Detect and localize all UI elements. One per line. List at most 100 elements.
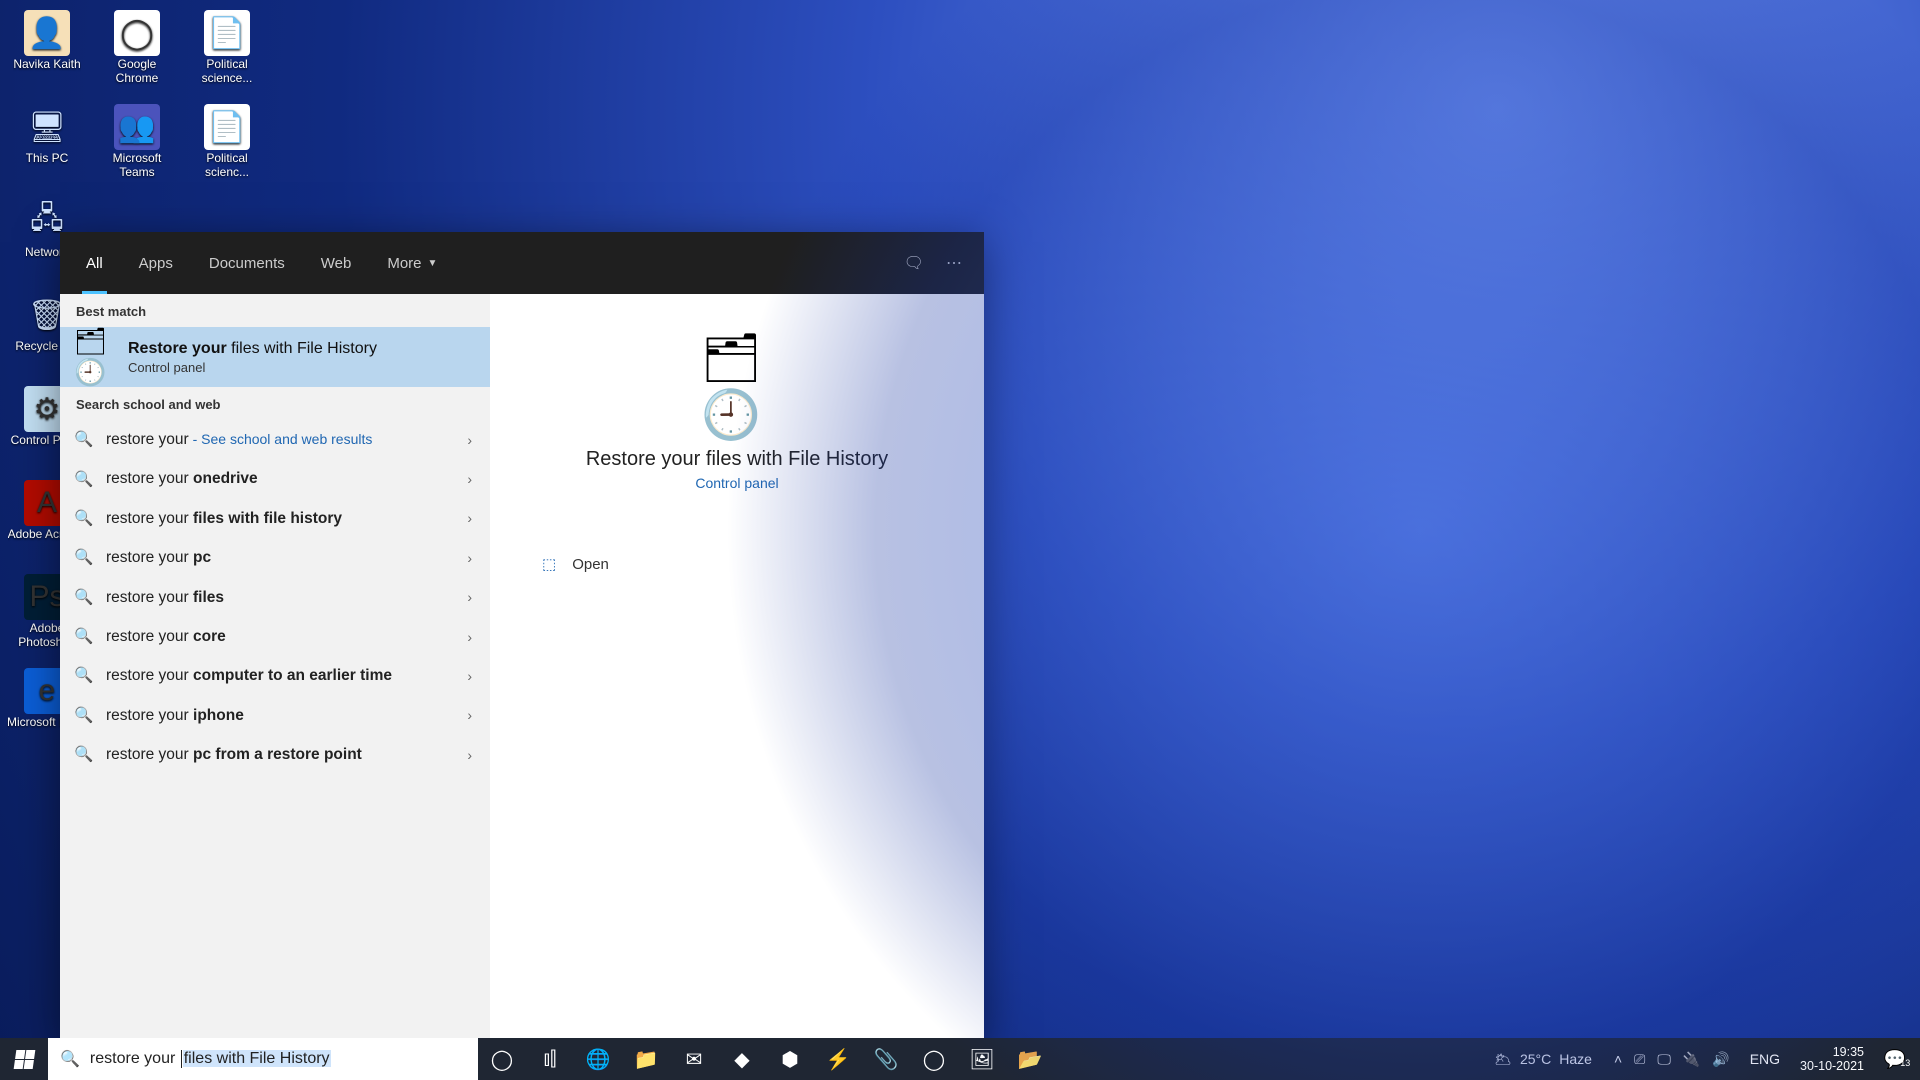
- desktop-icon-label: Google Chrome: [96, 58, 178, 86]
- chevron-right-icon[interactable]: ›: [467, 550, 472, 566]
- language-indicator[interactable]: ENG: [1740, 1051, 1790, 1067]
- tray-icon[interactable]: ⎚: [1634, 1051, 1645, 1068]
- taskbar-app[interactable]: ◯: [910, 1038, 958, 1080]
- search-icon: 🔍: [60, 1049, 80, 1069]
- search-suggestion[interactable]: 🔍 restore your onedrive ›: [60, 459, 490, 498]
- open-label: Open: [572, 556, 609, 573]
- taskbar-app[interactable]: 🌐: [574, 1038, 622, 1080]
- search-suggestion[interactable]: 🔍 restore your pc ›: [60, 538, 490, 577]
- action-center[interactable]: 💬 13: [1874, 1038, 1920, 1080]
- taskbar-right: 🌥 25°C Haze ˄ ⎚ 🖵 🔌 🔊 ENG 19:35 30-10-2021 💬…: [1482, 1038, 1920, 1080]
- feedback-icon[interactable]: 🗨: [904, 253, 924, 273]
- desktop-icon[interactable]: 👤 Navika Kaith: [2, 6, 92, 100]
- search-icon: 🔍: [74, 706, 92, 725]
- search-suggestion[interactable]: 🔍 restore your iphone ›: [60, 696, 490, 735]
- desktop-icon-label: Political scienc...: [186, 152, 268, 180]
- app-icon: ◯: [114, 10, 160, 56]
- search-detail-pane: 🗂🕘 Restore your files with File History …: [490, 294, 984, 1038]
- search-tab-more[interactable]: More▼: [369, 232, 455, 294]
- taskbar-app[interactable]: ⬢: [766, 1038, 814, 1080]
- taskbar-app[interactable]: ◆: [718, 1038, 766, 1080]
- taskbar-app[interactable]: 🖼: [958, 1038, 1006, 1080]
- open-action[interactable]: ⬚ Open: [538, 547, 613, 581]
- search-suggestion[interactable]: 🔍 restore your pc from a restore point ›: [60, 735, 490, 774]
- taskbar-search[interactable]: 🔍 restore your files with File History: [48, 1038, 478, 1080]
- app-icon: 📄: [204, 104, 250, 150]
- search-tab-apps[interactable]: Apps: [121, 232, 191, 294]
- search-suggestion[interactable]: 🔍 restore your - See school and web resu…: [60, 420, 490, 459]
- weather-icon: 🌥: [1494, 1051, 1512, 1068]
- desktop-icon[interactable]: 🖥This PC: [2, 100, 92, 194]
- desktop-icon-label: This PC: [26, 152, 69, 166]
- search-icon: 🔍: [74, 470, 92, 489]
- start-button[interactable]: [0, 1038, 48, 1080]
- search-icon: 🔍: [74, 666, 92, 685]
- detail-actions: ⬚ Open: [490, 547, 613, 581]
- system-tray[interactable]: ˄ ⎚ 🖵 🔌 🔊: [1604, 1051, 1740, 1068]
- chevron-right-icon[interactable]: ›: [467, 432, 472, 448]
- taskbar-app[interactable]: 📁: [622, 1038, 670, 1080]
- chevron-right-icon[interactable]: ›: [467, 510, 472, 526]
- search-suggestion[interactable]: 🔍 restore your core ›: [60, 617, 490, 656]
- tray-icon[interactable]: 🔌: [1683, 1051, 1700, 1068]
- desktop-icon-label: Political science...: [186, 58, 268, 86]
- search-results-list: Best match 🗂🕘 Restore your files with Fi…: [60, 294, 490, 1038]
- desktop-icon-label: Microsoft Teams: [96, 152, 178, 180]
- app-icon: 👤: [24, 10, 70, 56]
- chevron-right-icon[interactable]: ›: [467, 707, 472, 723]
- detail-file-history-icon: 🗂🕘: [701, 350, 773, 422]
- best-match-result[interactable]: 🗂🕘 Restore your files with File History …: [60, 327, 490, 387]
- taskbar: 🔍 restore your files with File History ◯…: [0, 1038, 1920, 1080]
- chevron-right-icon[interactable]: ›: [467, 629, 472, 645]
- search-tab-all[interactable]: All: [68, 232, 121, 294]
- chevron-right-icon[interactable]: ›: [467, 471, 472, 487]
- best-match-title: Restore your files with File History: [128, 340, 377, 358]
- search-panel: AllAppsDocumentsWebMore▼ 🗨 ⋯ Best match …: [60, 232, 984, 1038]
- search-body: Best match 🗂🕘 Restore your files with Fi…: [60, 294, 984, 1038]
- open-icon: ⬚: [542, 555, 556, 573]
- search-tab-web[interactable]: Web: [303, 232, 370, 294]
- detail-title: Restore your files with File History: [586, 448, 888, 471]
- search-icon: 🔍: [74, 745, 92, 764]
- search-icon: 🔍: [74, 509, 92, 528]
- chevron-right-icon[interactable]: ›: [467, 589, 472, 605]
- search-tabs: AllAppsDocumentsWebMore▼: [68, 232, 455, 294]
- desktop-icon[interactable]: 📄Political science...: [182, 6, 272, 100]
- search-suggestion[interactable]: 🔍 restore your files with file history ›: [60, 499, 490, 538]
- desktop-icon[interactable]: 📄Political scienc...: [182, 100, 272, 194]
- desktop-icon[interactable]: 👥Microsoft Teams: [92, 100, 182, 194]
- tray-icon[interactable]: 🖵: [1657, 1051, 1671, 1068]
- chevron-down-icon: ▼: [428, 258, 438, 269]
- search-icon: 🔍: [74, 627, 92, 646]
- search-header: AllAppsDocumentsWebMore▼ 🗨 ⋯: [60, 232, 984, 294]
- search-suggestion[interactable]: 🔍 restore your files ›: [60, 578, 490, 617]
- section-best-match: Best match: [60, 294, 490, 327]
- detail-subtitle: Control panel: [695, 475, 778, 491]
- tray-icon[interactable]: ˄: [1614, 1051, 1622, 1067]
- chevron-right-icon[interactable]: ›: [467, 668, 472, 684]
- taskbar-app[interactable]: ✉: [670, 1038, 718, 1080]
- taskbar-app[interactable]: 📎: [862, 1038, 910, 1080]
- weather-widget[interactable]: 🌥 25°C Haze: [1482, 1051, 1604, 1068]
- more-icon[interactable]: ⋯: [946, 253, 962, 273]
- taskbar-app[interactable]: 📂: [1006, 1038, 1054, 1080]
- suggestions-list: 🔍 restore your - See school and web resu…: [60, 420, 490, 1038]
- tray-icon[interactable]: 🔊: [1712, 1051, 1729, 1068]
- taskbar-app[interactable]: ◯: [478, 1038, 526, 1080]
- app-icon: 👥: [114, 104, 160, 150]
- taskbar-clock[interactable]: 19:35 30-10-2021: [1790, 1045, 1874, 1074]
- search-tab-documents[interactable]: Documents: [191, 232, 303, 294]
- desktop: 👤Navika Kaith◯Google Chrome📄Political sc…: [0, 0, 1920, 1080]
- windows-logo-icon: [13, 1050, 35, 1069]
- desktop-icon[interactable]: ◯Google Chrome: [92, 6, 182, 100]
- taskbar-app[interactable]: ⚡: [814, 1038, 862, 1080]
- caret-icon: [181, 1050, 182, 1068]
- taskbar-pinned: ◯⫾⫿🌐📁✉◆⬢⚡📎◯🖼📂: [478, 1038, 1054, 1080]
- app-icon: 📄: [204, 10, 250, 56]
- chevron-right-icon[interactable]: ›: [467, 747, 472, 763]
- desktop-icon-label: Navika Kaith: [13, 58, 80, 72]
- search-suggestion[interactable]: 🔍 restore your computer to an earlier ti…: [60, 656, 490, 695]
- search-icon: 🔍: [74, 430, 92, 449]
- taskbar-app[interactable]: ⫾⫿: [526, 1038, 574, 1080]
- search-input[interactable]: restore your files with File History: [90, 1050, 466, 1068]
